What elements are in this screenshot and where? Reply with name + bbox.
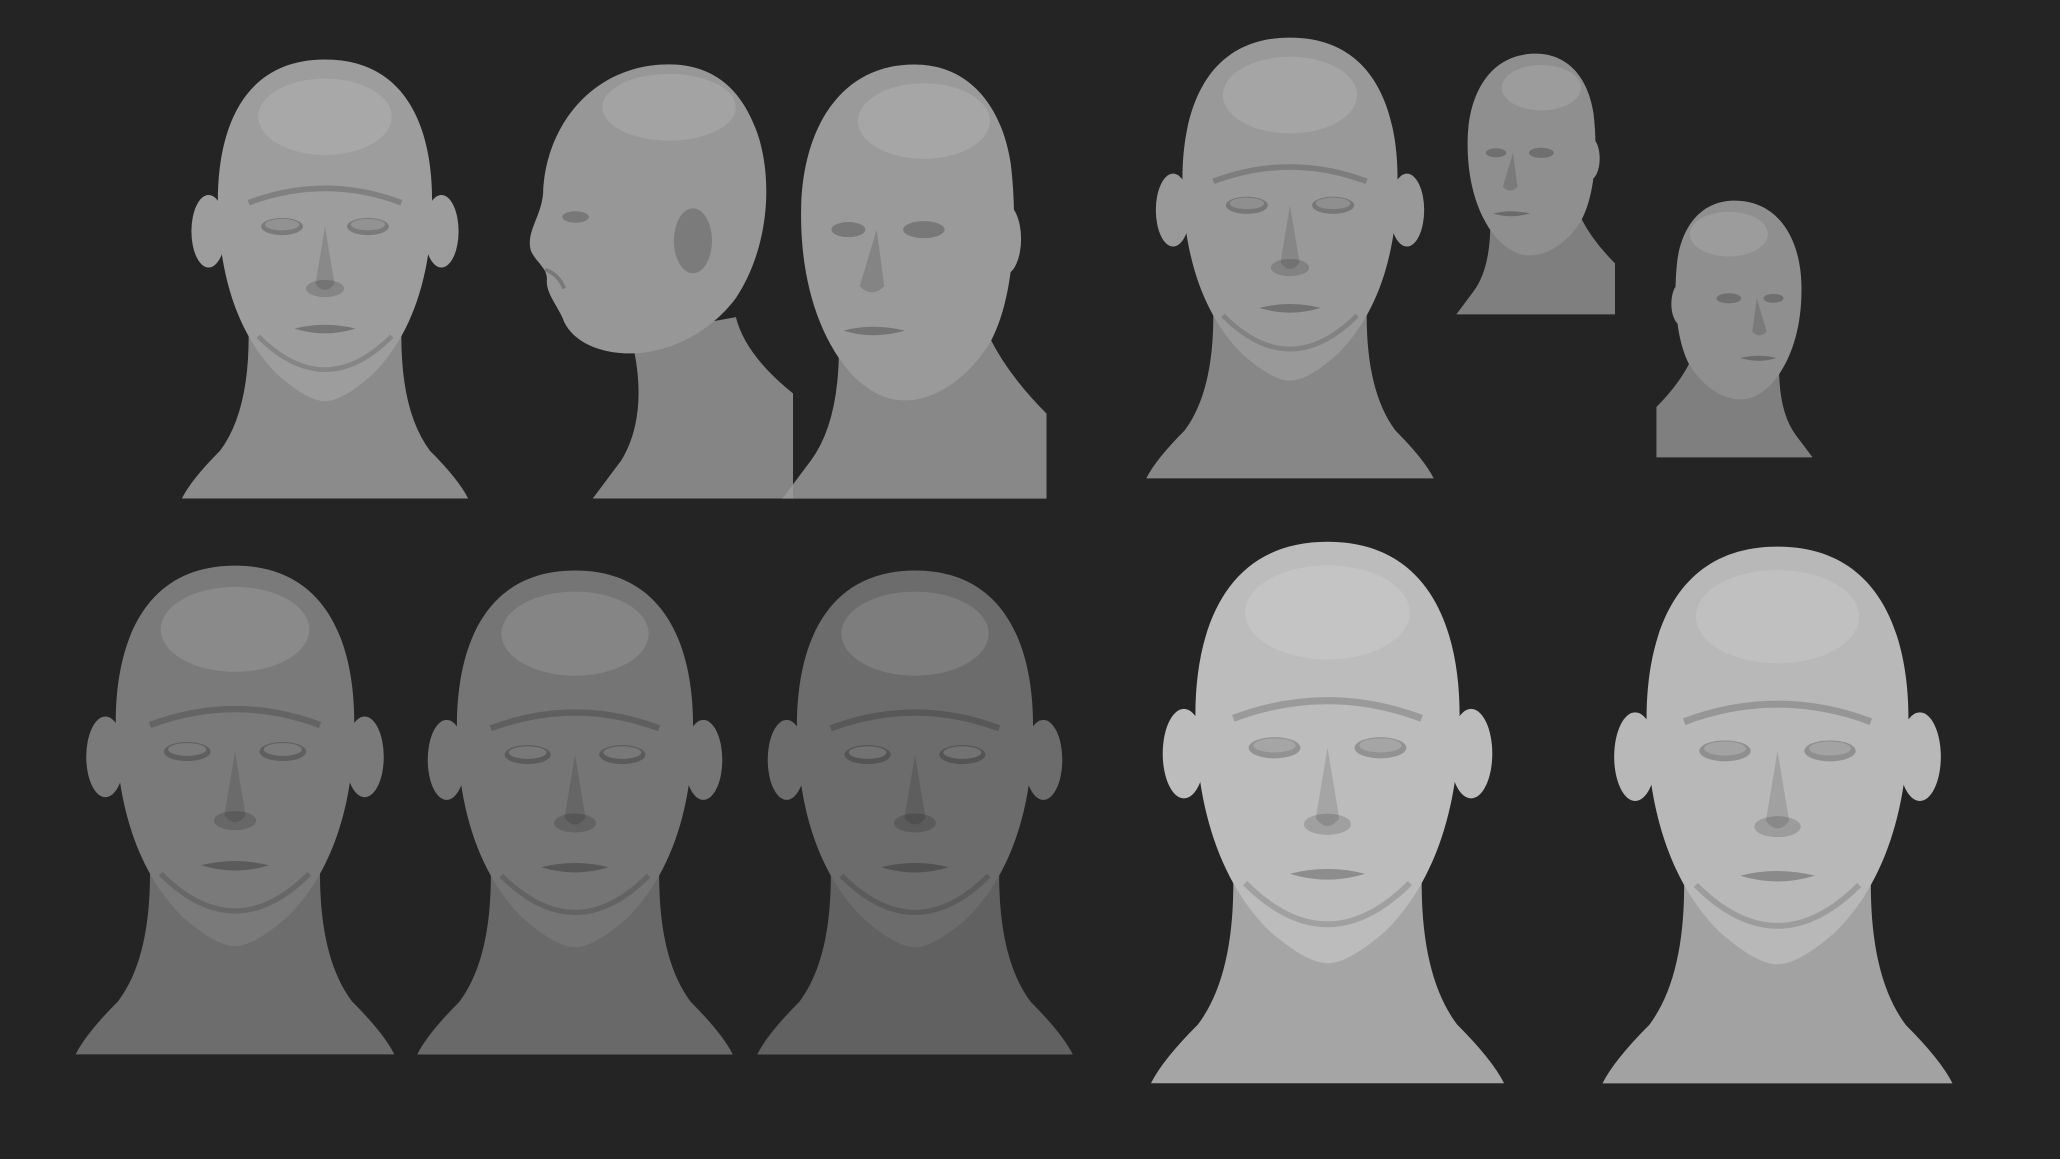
bottom-right-closeups bbox=[1151, 542, 1953, 1084]
sculpt-front-detailed bbox=[757, 571, 1073, 1055]
sculpt-front-bright bbox=[1151, 542, 1504, 1083]
sculpt-three-quarter-small bbox=[1456, 54, 1615, 315]
sculpt-front-view-large bbox=[1146, 38, 1434, 479]
bottom-left-progression bbox=[76, 566, 1073, 1055]
sculpt-front-refined bbox=[417, 571, 733, 1055]
image-canvas bbox=[0, 0, 2060, 1155]
sculpt-scene bbox=[0, 0, 2060, 1155]
sculpt-three-quarter-small-right bbox=[1656, 201, 1812, 458]
sculpt-front-base bbox=[76, 566, 395, 1055]
top-left-turnaround bbox=[170, 50, 1055, 508]
sculpt-front-bright-detailed bbox=[1603, 547, 1953, 1084]
top-right-set bbox=[1146, 38, 1812, 479]
